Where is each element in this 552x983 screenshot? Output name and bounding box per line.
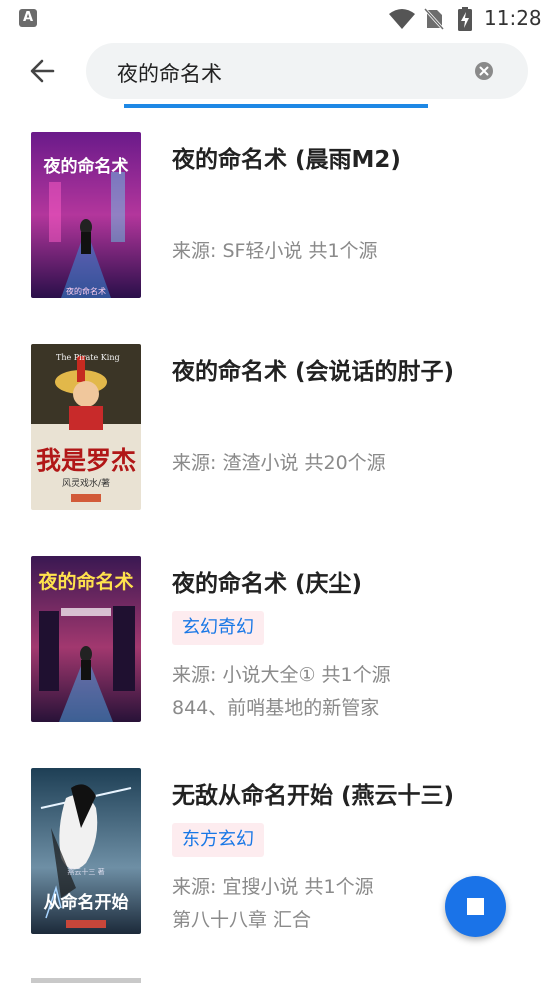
book-cover: 夜的命名术 xyxy=(31,556,141,722)
genre-tag: 东方玄幻 xyxy=(172,823,264,857)
svg-text:从命名开始: 从命名开始 xyxy=(44,892,129,913)
book-cover: 燕云十三 著 从命名开始 xyxy=(31,768,141,934)
latest-chapter: 844、前哨基地的新管家 xyxy=(172,697,380,719)
book-title: 无敌从命名开始 (燕云十三) xyxy=(172,783,455,809)
svg-text:风灵戏水/著: 风灵戏水/著 xyxy=(62,477,110,489)
back-arrow-icon[interactable] xyxy=(26,54,60,88)
clock: 11:28 xyxy=(484,6,542,30)
svg-text:燕云十三 著: 燕云十三 著 xyxy=(67,867,104,876)
svg-text:夜的命名术: 夜的命名术 xyxy=(43,156,129,177)
book-title: 夜的命名术 (会说话的肘子) xyxy=(172,359,455,385)
clear-search-icon[interactable] xyxy=(474,61,494,81)
book-source: 来源: 小说大全① 共1个源 xyxy=(172,664,391,686)
svg-text:The Pirate King: The Pirate King xyxy=(56,353,120,362)
app-notification-icon: A xyxy=(19,9,37,27)
search-progress-bar xyxy=(124,104,428,108)
book-cover xyxy=(31,978,141,983)
status-bar: A 11:28 xyxy=(0,0,552,38)
book-cover: 夜的命名术 夜的命名术 xyxy=(31,132,141,298)
book-source: 来源: 宜搜小说 共1个源 xyxy=(172,876,374,898)
svg-text:我是罗杰: 我是罗杰 xyxy=(36,446,136,475)
genre-tag: 玄幻奇幻 xyxy=(172,611,264,645)
wifi-icon xyxy=(389,9,415,29)
stop-icon xyxy=(467,898,484,915)
no-sim-icon xyxy=(424,8,444,30)
book-source: 来源: 渣渣小说 共20个源 xyxy=(172,452,386,474)
svg-text:夜的命名术: 夜的命名术 xyxy=(37,570,133,593)
book-title: 夜的命名术 (晨雨M2) xyxy=(172,147,401,173)
book-cover: The Pirate King 我是罗杰 风灵戏水/著 xyxy=(31,344,141,510)
search-input[interactable]: 夜的命名术 xyxy=(117,58,222,88)
book-source: 来源: SF轻小说 共1个源 xyxy=(172,240,378,262)
search-box[interactable]: 夜的命名术 xyxy=(86,43,528,99)
latest-chapter: 第八十八章 汇合 xyxy=(172,909,312,931)
book-title: 夜的命名术 (庆尘) xyxy=(172,571,363,597)
stop-search-button[interactable] xyxy=(445,876,506,937)
svg-text:夜的命名术: 夜的命名术 xyxy=(66,286,106,296)
battery-charging-icon xyxy=(458,7,472,31)
